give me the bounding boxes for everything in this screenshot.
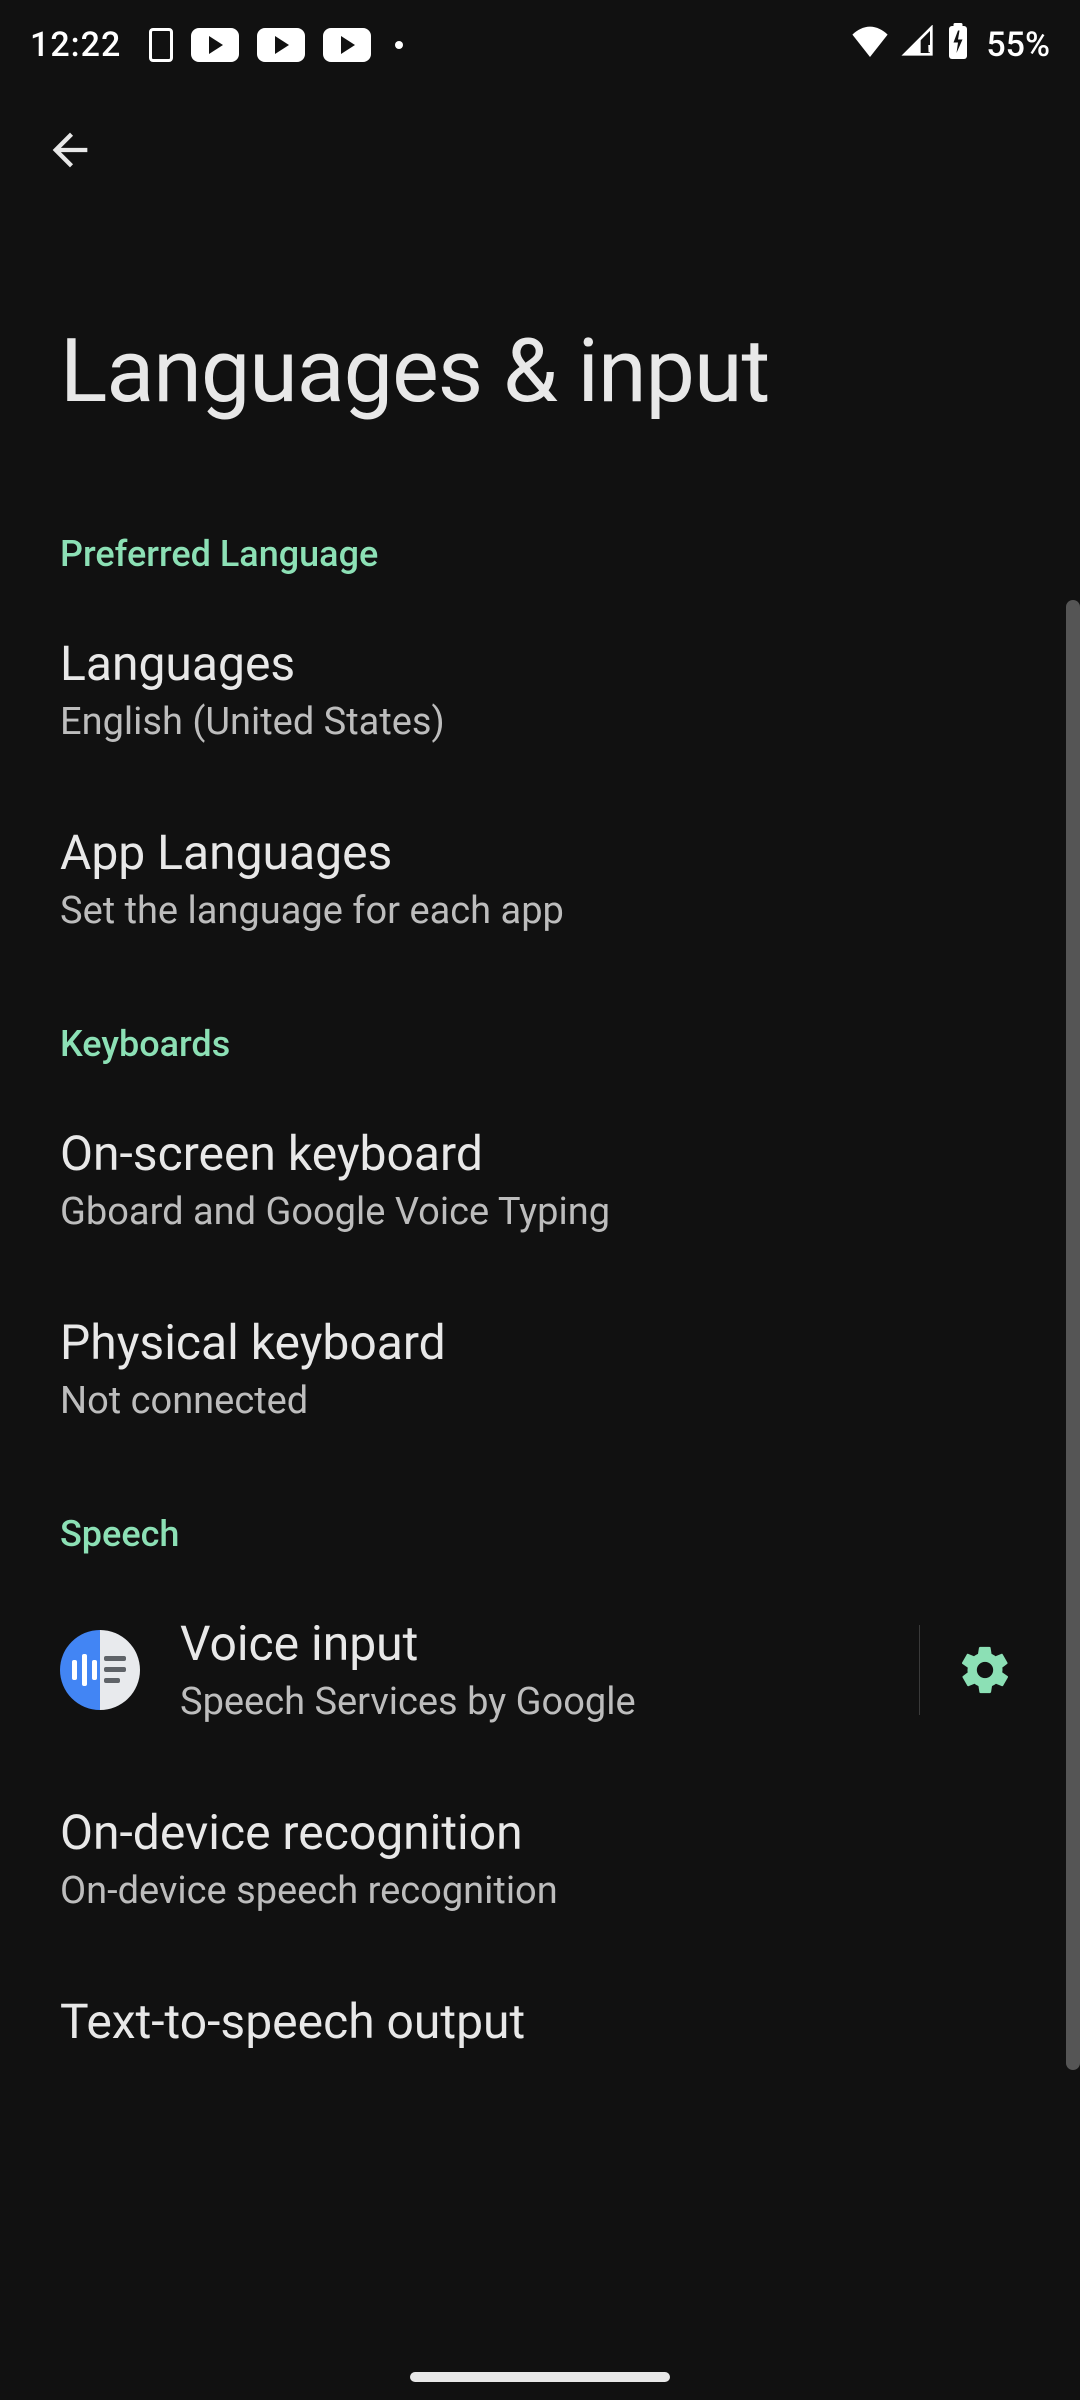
page-title: Languages & input: [0, 210, 1080, 483]
wifi-icon: [850, 25, 890, 66]
section-header-preferred-language: Preferred Language: [0, 483, 1080, 595]
section-header-speech: Speech: [0, 1463, 1080, 1575]
youtube-icon: [191, 28, 239, 62]
setting-subtitle: Gboard and Google Voice Typing: [60, 1190, 1020, 1234]
youtube-icon: [323, 28, 371, 62]
svg-text:!: !: [928, 41, 932, 56]
setting-title: Voice input: [180, 1615, 889, 1672]
navigation-handle[interactable]: [410, 2372, 670, 2382]
more-notifications-icon: [395, 41, 403, 49]
youtube-icon: [257, 28, 305, 62]
setting-languages[interactable]: Languages English (United States): [0, 595, 1080, 784]
battery-percentage: 55%: [986, 25, 1050, 65]
setting-title: Physical keyboard: [60, 1314, 1020, 1371]
setting-title: App Languages: [60, 824, 1020, 881]
divider: [919, 1625, 920, 1715]
status-right: ! 55%: [850, 23, 1050, 68]
app-bar: [0, 90, 1080, 210]
setting-subtitle: Not connected: [60, 1379, 1020, 1423]
setting-subtitle: Set the language for each app: [60, 889, 1020, 933]
battery-charging-icon: [946, 23, 970, 68]
setting-subtitle: On-device speech recognition: [60, 1869, 1020, 1913]
voice-services-icon: [60, 1630, 140, 1710]
setting-title: On-device recognition: [60, 1804, 1020, 1861]
setting-voice-input[interactable]: Voice input Speech Services by Google: [0, 1575, 1080, 1764]
voice-input-settings-button[interactable]: [950, 1635, 1020, 1705]
setting-physical-keyboard[interactable]: Physical keyboard Not connected: [0, 1274, 1080, 1463]
setting-text-to-speech[interactable]: Text-to-speech output: [0, 1953, 1080, 2050]
cell-signal-icon: !: [900, 25, 936, 66]
status-bar: 12:22 ! 55%: [0, 0, 1080, 90]
gear-icon: [957, 1642, 1013, 1698]
scrollbar[interactable]: [1066, 600, 1080, 2070]
setting-subtitle: Speech Services by Google: [180, 1680, 889, 1724]
status-left: 12:22: [30, 25, 403, 65]
section-header-keyboards: Keyboards: [0, 973, 1080, 1085]
setting-title: Languages: [60, 635, 1020, 692]
arrow-back-icon: [44, 124, 96, 176]
setting-app-languages[interactable]: App Languages Set the language for each …: [0, 784, 1080, 973]
back-button[interactable]: [40, 120, 100, 180]
setting-on-device-recognition[interactable]: On-device recognition On-device speech r…: [0, 1764, 1080, 1953]
status-time: 12:22: [30, 25, 121, 65]
sim-icon: [149, 28, 173, 62]
setting-subtitle: English (United States): [60, 700, 1020, 744]
setting-title: On-screen keyboard: [60, 1125, 1020, 1182]
setting-onscreen-keyboard[interactable]: On-screen keyboard Gboard and Google Voi…: [0, 1085, 1080, 1274]
setting-title: Text-to-speech output: [60, 1993, 1020, 2050]
